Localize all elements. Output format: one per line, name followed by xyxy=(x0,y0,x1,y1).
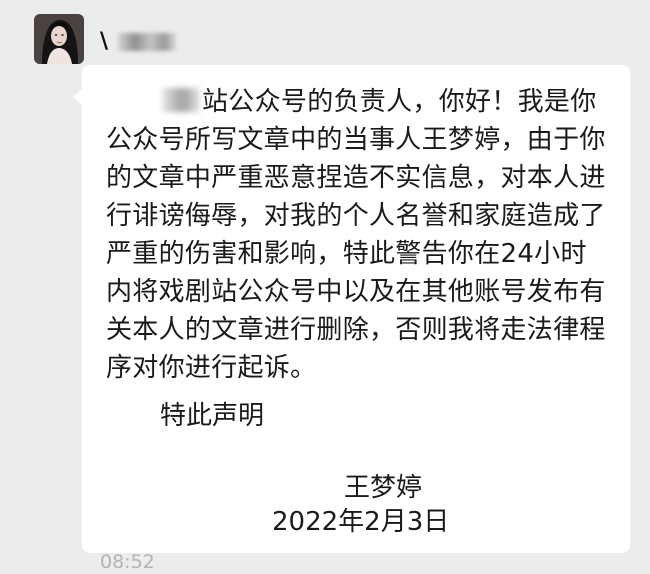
redaction-mark xyxy=(162,88,200,112)
message-line-1: 站公众号的负责人，你好！我是你 xyxy=(106,83,616,121)
declaration-text: 特此声明 xyxy=(160,401,265,431)
message-line-2: 公众号所写文章中的当事人王梦婷，由于你 xyxy=(106,125,606,155)
message-line-8: 序对你进行起诉。 xyxy=(106,353,317,383)
message-line-7: 关本人的文章进行删除，否则我将走法律程 xyxy=(106,315,606,345)
message-timestamp: 08:52 xyxy=(100,551,155,573)
message-line-1-text: 站公众号的负责人，你好！我是你 xyxy=(202,87,597,117)
message-line-6: 内将戏剧站公众号中以及在其他账号发布有 xyxy=(106,277,606,307)
message-body: 站公众号的负责人，你好！我是你 公众号所写文章中的当事人王梦婷，由于你 的文章中… xyxy=(106,83,616,387)
signature-name: 王梦婷 xyxy=(344,473,423,503)
sender-name-text: \ xyxy=(100,29,109,54)
profile-photo-icon xyxy=(34,14,84,64)
message-line-4: 行诽谤侮辱，对我的个人名誉和家庭造成了 xyxy=(106,201,606,231)
sender-name-redaction xyxy=(118,33,177,51)
sender-avatar[interactable] xyxy=(34,14,84,64)
message-line-3: 的文章中严重恶意捏造不实信息，对本人进 xyxy=(106,163,606,193)
signature-date: 2022年2月3日 xyxy=(272,507,450,537)
message-line-5: 严重的伤害和影响，特此警告你在24小时 xyxy=(106,239,587,269)
message-bubble[interactable]: 站公众号的负责人，你好！我是你 公众号所写文章中的当事人王梦婷，由于你 的文章中… xyxy=(73,65,630,553)
sender-name: \ xyxy=(100,29,177,54)
